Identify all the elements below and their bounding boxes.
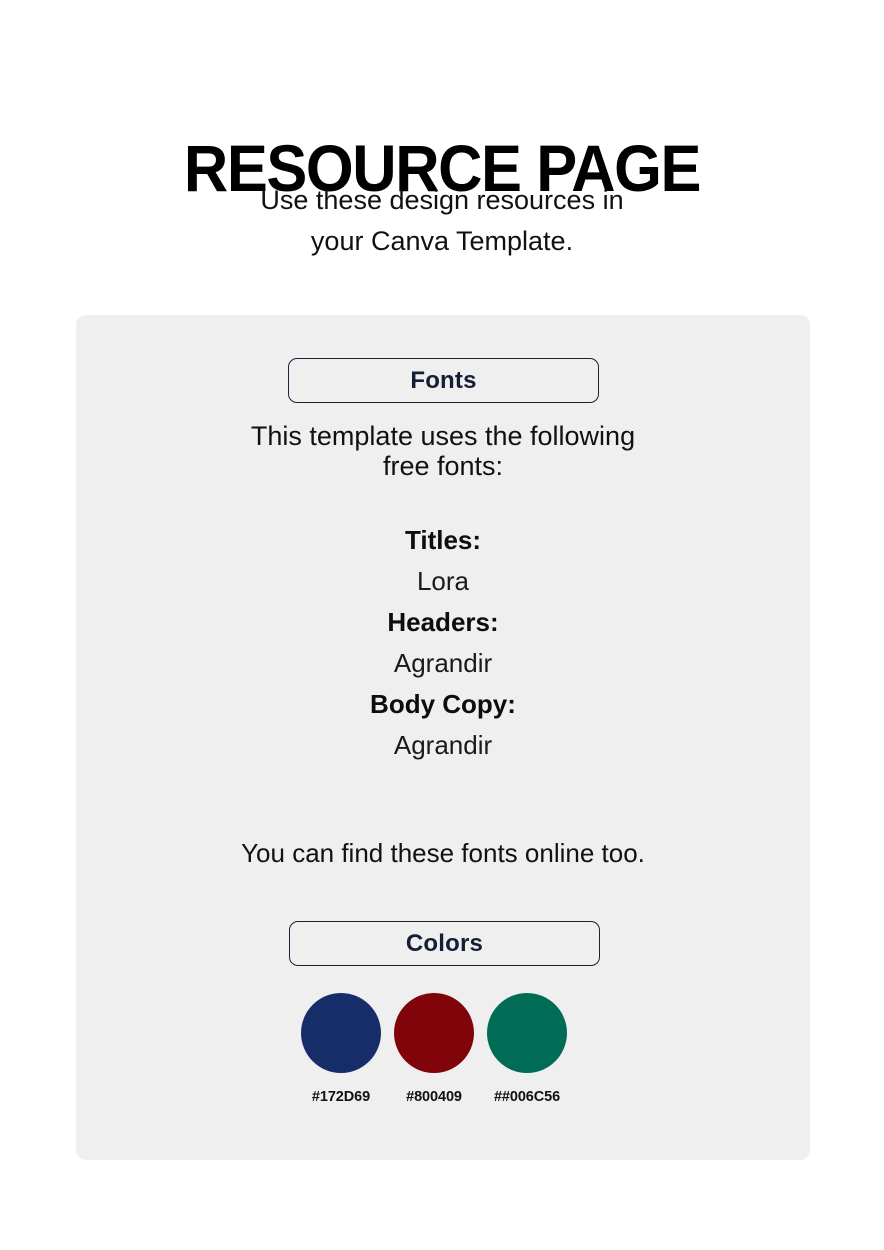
font-name-headers: Agrandir bbox=[393, 648, 493, 678]
colors-section-badge: Colors bbox=[289, 921, 600, 966]
font-name-titles: Lora bbox=[416, 566, 470, 596]
color-swatch-dot bbox=[394, 993, 474, 1073]
color-swatch: ##006C56 bbox=[487, 993, 567, 1105]
resources-card: Fonts This template uses the following f… bbox=[76, 315, 810, 1160]
resource-page: RESOURCE PAGE Use these design resources… bbox=[0, 0, 884, 1250]
page-subtitle: Use these design resources in your Canva… bbox=[142, 180, 742, 262]
fonts-intro-line-2: free fonts: bbox=[382, 451, 504, 481]
fonts-section-badge: Fonts bbox=[288, 358, 599, 403]
fonts-intro-line-1: This template uses the following bbox=[250, 421, 636, 451]
font-role-titles: Titles: bbox=[404, 525, 482, 555]
color-swatch-label: #800409 bbox=[406, 1089, 462, 1105]
page-subtitle-line-2: your Canva Template. bbox=[310, 226, 574, 256]
color-swatch-list: #172D69 #800409 ##006C56 bbox=[301, 993, 591, 1105]
fonts-intro-text: This template uses the following free fo… bbox=[143, 421, 743, 481]
font-list: Titles: Lora Headers: Agrandir Body Copy… bbox=[143, 520, 743, 766]
page-subtitle-line-1: Use these design resources in bbox=[260, 185, 624, 215]
color-swatch-dot bbox=[487, 993, 567, 1073]
color-swatch: #172D69 bbox=[301, 993, 381, 1105]
color-swatch-label: #172D69 bbox=[311, 1089, 371, 1105]
font-role-body-copy: Body Copy: bbox=[370, 689, 516, 719]
color-swatch-dot bbox=[301, 993, 381, 1073]
color-swatch-label: ##006C56 bbox=[493, 1089, 561, 1105]
font-role-headers: Headers: bbox=[387, 607, 499, 637]
font-name-body-copy: Agrandir bbox=[393, 730, 493, 760]
fonts-outro-text: You can find these fonts online too. bbox=[241, 838, 645, 868]
color-swatch: #800409 bbox=[394, 993, 474, 1105]
